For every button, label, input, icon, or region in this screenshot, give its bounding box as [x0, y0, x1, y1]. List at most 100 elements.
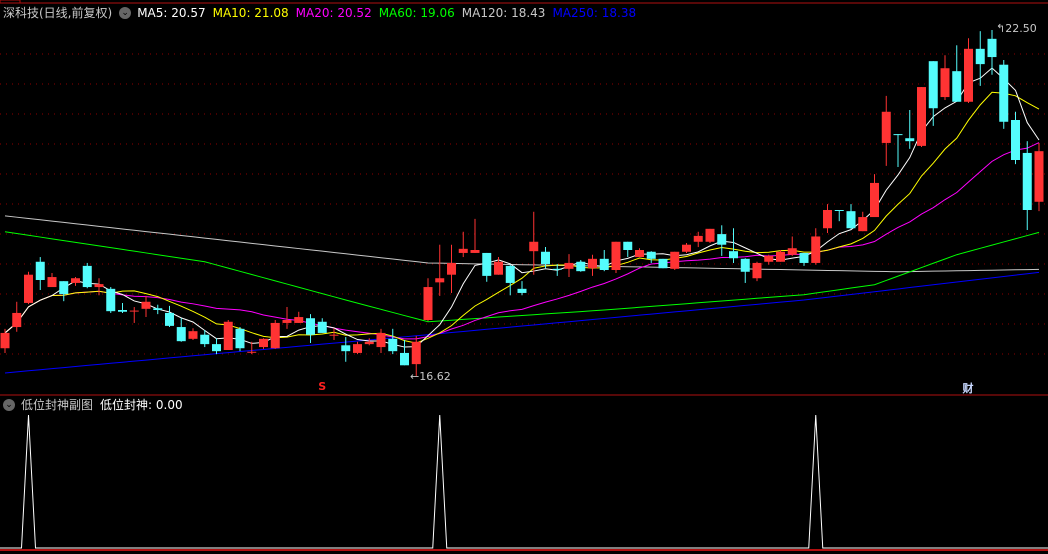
ma120-line: [4, 215, 1040, 273]
candle-down: [1022, 152, 1032, 210]
candle-up: [940, 68, 950, 98]
candle-up: [12, 312, 22, 328]
chevron-down-icon[interactable]: ⌄: [119, 7, 132, 19]
candle-down: [106, 288, 116, 312]
ma5-line: [4, 67, 1040, 348]
candle-up: [764, 255, 774, 262]
candle-up: [447, 262, 456, 275]
candle-down: [212, 344, 221, 352]
candle-down: [153, 308, 163, 310]
candle-up: [881, 111, 891, 143]
candle-down: [517, 288, 527, 293]
candle-up: [564, 262, 574, 269]
candle-down: [35, 261, 45, 280]
candle-up: [811, 236, 821, 263]
candle-up: [917, 87, 926, 146]
candle-down: [235, 328, 245, 349]
candle-up: [270, 322, 280, 349]
chevron-down-icon[interactable]: ⌄: [3, 399, 15, 411]
signal-s-marker[interactable]: S: [318, 380, 326, 393]
candle-up: [411, 341, 421, 365]
high-price-value: 22.50: [1005, 22, 1037, 35]
candle-down: [400, 352, 409, 366]
candle-up: [458, 248, 468, 253]
candle-up: [376, 332, 386, 348]
stock-chart-window: 深科技(日线,前复权) ⌄ MA5: 20.57 MA10: 21.08 MA2…: [0, 0, 1048, 554]
candle-up: [294, 317, 304, 323]
high-price-label: ↰22.50: [996, 22, 1037, 35]
ma250-label: MA250: 18.38: [552, 6, 637, 20]
candle-down: [541, 251, 550, 265]
candle-up: [0, 332, 10, 349]
candle-up: [141, 301, 151, 309]
candle-up: [964, 48, 973, 102]
indicator-value: 低位封神: 0.00: [100, 398, 183, 412]
candle-down: [576, 261, 586, 272]
candle-up: [682, 244, 691, 252]
candle-up: [329, 334, 339, 336]
main-chart-header: 深科技(日线,前复权) ⌄ MA5: 20.57 MA10: 21.08 MA2…: [0, 4, 643, 22]
candle-up: [776, 251, 785, 262]
candle-down: [740, 258, 750, 272]
candle-down: [165, 312, 174, 326]
candle-down: [834, 210, 844, 211]
candle-up: [24, 274, 33, 303]
ma60-label: MA60: 19.06: [378, 6, 455, 20]
indicator-line: [0, 414, 1048, 549]
candle-down: [893, 134, 903, 136]
candle-up: [435, 278, 445, 283]
candle-down: [999, 64, 1009, 122]
candle-down: [928, 61, 938, 109]
candle-up: [529, 241, 539, 252]
candle-up: [364, 341, 374, 345]
candle-down: [552, 268, 562, 270]
candle-down: [1011, 120, 1020, 160]
low-price-value: 16.62: [419, 370, 451, 383]
candle-down: [317, 321, 327, 333]
candle-down: [987, 38, 997, 58]
candle-up: [693, 235, 703, 242]
candle-down: [717, 234, 727, 245]
candle-up: [705, 228, 715, 242]
candle-up: [282, 320, 292, 323]
candle-down: [482, 252, 492, 276]
candle-up: [71, 278, 80, 283]
candle-up: [588, 258, 597, 269]
candle-down: [975, 48, 985, 65]
candle-down: [952, 71, 962, 102]
candle-up: [670, 251, 680, 269]
signal-finance-marker[interactable]: 财: [963, 380, 974, 396]
candle-up: [870, 182, 879, 218]
candle-up: [129, 310, 139, 312]
candle-down: [82, 265, 92, 288]
candle-down: [388, 338, 398, 352]
candle-up: [752, 262, 762, 279]
candle-up: [247, 351, 257, 353]
candle-down: [176, 327, 186, 342]
candle-up: [188, 331, 198, 339]
candle-down: [646, 251, 656, 259]
candle-down: [905, 138, 915, 142]
candle-up: [47, 277, 57, 288]
candle-down: [59, 281, 69, 295]
candle-down: [729, 251, 738, 259]
candle-up: [635, 250, 644, 258]
candle-down: [846, 211, 856, 229]
price-chart-canvas[interactable]: [0, 0, 1048, 554]
candle-down: [200, 334, 210, 345]
candle-up: [787, 248, 797, 255]
candle-up: [259, 338, 268, 348]
candle-up: [423, 287, 433, 320]
ma20-label: MA20: 20.52: [295, 6, 372, 20]
candle-down: [599, 258, 609, 270]
candle-down: [623, 241, 633, 250]
sub-chart-header: ⌄ 低位封神副图 低位封神: 0.00: [0, 396, 190, 414]
ma5-label: MA5: 20.57: [137, 6, 206, 20]
candle-down: [658, 258, 668, 269]
candle-down: [341, 345, 351, 352]
stock-title[interactable]: 深科技(日线,前复权): [3, 4, 112, 22]
candle-up: [94, 284, 104, 288]
corner-box: [0, 0, 21, 4]
candle-up: [611, 241, 621, 270]
candle-up: [494, 261, 503, 275]
